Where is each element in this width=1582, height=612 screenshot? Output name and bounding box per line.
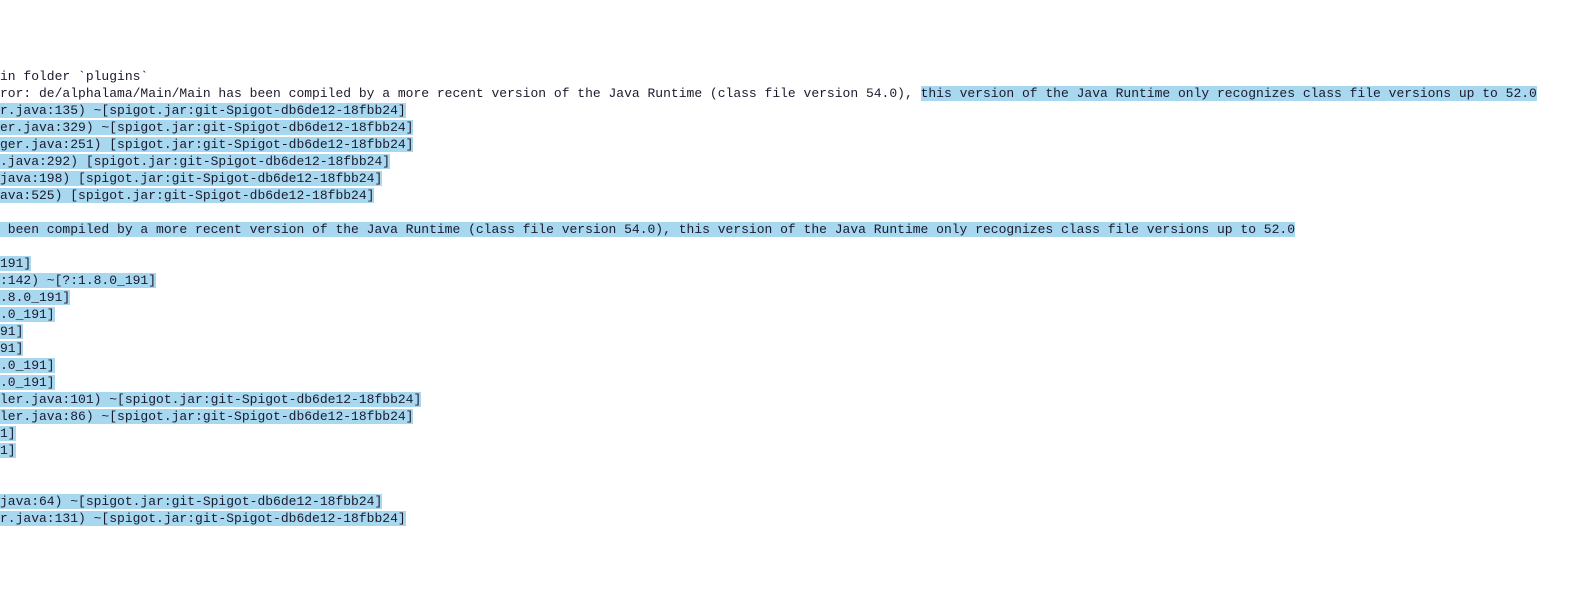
log-line[interactable]: .0_191] bbox=[0, 357, 1582, 374]
selected-text[interactable]: ler.java:86) ~[spigot.jar:git-Spigot-db6… bbox=[0, 409, 413, 424]
log-line[interactable] bbox=[0, 459, 1582, 476]
selected-text[interactable]: er.java:329) ~[spigot.jar:git-Spigot-db6… bbox=[0, 120, 413, 135]
log-line[interactable] bbox=[0, 476, 1582, 493]
log-line[interactable]: ror: de/alphalama/Main/Main has been com… bbox=[0, 85, 1582, 102]
log-line[interactable] bbox=[0, 204, 1582, 221]
log-line[interactable]: been compiled by a more recent version o… bbox=[0, 221, 1582, 238]
log-line[interactable]: 1] bbox=[0, 442, 1582, 459]
log-line[interactable]: er.java:329) ~[spigot.jar:git-Spigot-db6… bbox=[0, 119, 1582, 136]
selected-text[interactable]: .8.0_191] bbox=[0, 290, 70, 305]
log-line[interactable]: ler.java:101) ~[spigot.jar:git-Spigot-db… bbox=[0, 391, 1582, 408]
log-line[interactable]: ava:525) [spigot.jar:git-Spigot-db6de12-… bbox=[0, 187, 1582, 204]
selected-text[interactable]: 91] bbox=[0, 324, 23, 339]
log-line[interactable]: .java:292) [spigot.jar:git-Spigot-db6de1… bbox=[0, 153, 1582, 170]
selected-text[interactable]: this version of the Java Runtime only re… bbox=[921, 86, 1537, 101]
selected-text[interactable]: java:64) ~[spigot.jar:git-Spigot-db6de12… bbox=[0, 494, 382, 509]
log-line[interactable]: .0_191] bbox=[0, 306, 1582, 323]
selected-text[interactable]: r.java:131) ~[spigot.jar:git-Spigot-db6d… bbox=[0, 511, 406, 526]
selected-text[interactable]: r.java:135) ~[spigot.jar:git-Spigot-db6d… bbox=[0, 103, 406, 118]
log-line[interactable]: java:198) [spigot.jar:git-Spigot-db6de12… bbox=[0, 170, 1582, 187]
log-line[interactable]: java:64) ~[spigot.jar:git-Spigot-db6de12… bbox=[0, 493, 1582, 510]
log-line[interactable]: 91] bbox=[0, 323, 1582, 340]
log-line[interactable]: :142) ~[?:1.8.0_191] bbox=[0, 272, 1582, 289]
selected-text[interactable]: .0_191] bbox=[0, 307, 55, 322]
selected-text[interactable]: java:198) [spigot.jar:git-Spigot-db6de12… bbox=[0, 171, 382, 186]
selected-text[interactable]: 1] bbox=[0, 443, 16, 458]
log-text[interactable]: in folder `plugins` bbox=[0, 69, 148, 84]
log-line[interactable]: in folder `plugins` bbox=[0, 68, 1582, 85]
selected-text[interactable]: .0_191] bbox=[0, 375, 55, 390]
selected-text[interactable]: ler.java:101) ~[spigot.jar:git-Spigot-db… bbox=[0, 392, 421, 407]
log-line[interactable]: r.java:131) ~[spigot.jar:git-Spigot-db6d… bbox=[0, 510, 1582, 527]
selected-text[interactable]: been compiled by a more recent version o… bbox=[0, 222, 1295, 237]
log-line[interactable]: ler.java:86) ~[spigot.jar:git-Spigot-db6… bbox=[0, 408, 1582, 425]
selected-text[interactable]: 191] bbox=[0, 256, 31, 271]
log-line[interactable]: 191] bbox=[0, 255, 1582, 272]
console-log-output[interactable]: in folder `plugins` ror: de/alphalama/Mai… bbox=[0, 68, 1582, 527]
selected-text[interactable]: 1] bbox=[0, 426, 16, 441]
selected-text[interactable]: :142) ~[?:1.8.0_191] bbox=[0, 273, 156, 288]
log-line[interactable]: 1] bbox=[0, 425, 1582, 442]
log-line[interactable] bbox=[0, 238, 1582, 255]
log-line[interactable]: 91] bbox=[0, 340, 1582, 357]
selected-text[interactable]: ger.java:251) [spigot.jar:git-Spigot-db6… bbox=[0, 137, 413, 152]
log-line[interactable]: .8.0_191] bbox=[0, 289, 1582, 306]
log-line[interactable]: ger.java:251) [spigot.jar:git-Spigot-db6… bbox=[0, 136, 1582, 153]
log-line[interactable]: .0_191] bbox=[0, 374, 1582, 391]
selected-text[interactable]: .java:292) [spigot.jar:git-Spigot-db6de1… bbox=[0, 154, 390, 169]
selected-text[interactable]: .0_191] bbox=[0, 358, 55, 373]
log-text[interactable]: ror: de/alphalama/Main/Main has been com… bbox=[0, 86, 921, 101]
selected-text[interactable]: 91] bbox=[0, 341, 23, 356]
log-line[interactable]: r.java:135) ~[spigot.jar:git-Spigot-db6d… bbox=[0, 102, 1582, 119]
selected-text[interactable]: ava:525) [spigot.jar:git-Spigot-db6de12-… bbox=[0, 188, 374, 203]
